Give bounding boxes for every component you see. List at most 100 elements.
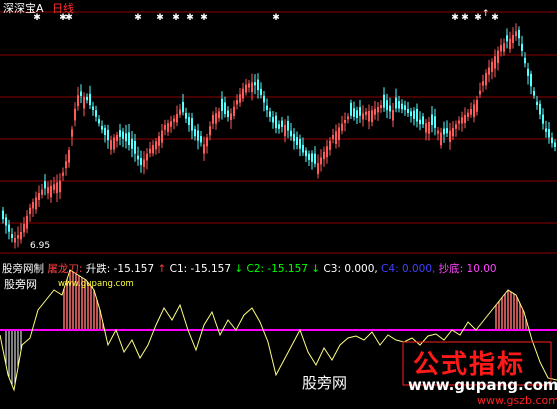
candle-body xyxy=(365,111,367,115)
candle-body xyxy=(332,135,334,139)
candle-body xyxy=(389,105,391,112)
candlestick-series xyxy=(2,23,556,249)
candle-body xyxy=(23,223,25,233)
candle-body xyxy=(233,106,235,116)
candle-body xyxy=(482,81,484,86)
indicator-item-0: 屠龙刀: xyxy=(47,263,83,275)
candle-body xyxy=(230,113,232,121)
candle-body xyxy=(128,132,130,145)
candle-body xyxy=(446,128,448,134)
candle-body xyxy=(152,145,154,154)
indicator-item-9: 抄底: 10.00 xyxy=(435,263,497,275)
candle-body xyxy=(101,125,103,130)
candle-body xyxy=(65,161,67,169)
candle-body xyxy=(104,127,106,135)
candle-body xyxy=(74,108,76,121)
candle-body xyxy=(248,83,250,88)
candle-body xyxy=(134,140,136,154)
candle-body xyxy=(167,123,169,132)
price-gridlines xyxy=(0,11,557,224)
candle-body xyxy=(113,137,115,150)
candle-body xyxy=(86,96,88,101)
candle-body xyxy=(281,120,283,127)
stock-name: 深深宝A xyxy=(3,2,44,15)
candle-body xyxy=(413,110,415,119)
candle-body xyxy=(359,107,361,116)
candle-body xyxy=(8,224,10,232)
candle-body xyxy=(83,96,85,109)
indicator-item-4: ↓ xyxy=(231,263,244,275)
candle-body xyxy=(35,197,37,210)
candle-body xyxy=(542,114,544,124)
candle-body xyxy=(500,45,502,52)
candle-body xyxy=(185,112,187,119)
candle-body xyxy=(62,172,64,176)
candle-body xyxy=(116,135,118,142)
candle-body xyxy=(137,155,139,160)
candle-body xyxy=(188,117,190,125)
candle-body xyxy=(56,182,58,194)
candle-body xyxy=(386,100,388,111)
candle-body xyxy=(344,120,346,124)
candle-body xyxy=(455,124,457,129)
candle-body xyxy=(524,57,526,64)
candle-body xyxy=(164,125,166,130)
candle-body xyxy=(212,115,214,124)
candle-body xyxy=(17,235,19,239)
candle-body xyxy=(257,79,259,91)
indicator-item-6: ↓ xyxy=(307,263,321,275)
candle-body xyxy=(95,110,97,117)
candle-body xyxy=(29,207,31,215)
candle-body xyxy=(266,105,268,110)
candle-body xyxy=(437,130,439,134)
signal-star: ✱ xyxy=(200,13,208,23)
signal-star: ✱ xyxy=(491,13,499,23)
candle-body xyxy=(536,101,538,105)
candle-body xyxy=(221,98,223,111)
indicator-item-3: C1: -15.157 xyxy=(166,263,232,275)
candle-body xyxy=(326,146,328,158)
indicator-item-7: C3: 0.000, xyxy=(320,263,378,275)
candle-body xyxy=(392,110,394,121)
candle-body xyxy=(533,90,535,96)
candle-body xyxy=(251,82,253,93)
signal-star: ✱ xyxy=(172,13,180,23)
candle-body xyxy=(545,128,547,132)
candle-body xyxy=(218,111,220,119)
candle-body xyxy=(26,215,28,229)
signal-star: ✱ xyxy=(272,13,280,23)
candle-body xyxy=(425,123,427,133)
candle-body xyxy=(125,133,127,142)
candle-body xyxy=(401,103,403,110)
candle-body xyxy=(407,108,409,113)
signal-star: ✱ xyxy=(186,13,194,23)
candle-body xyxy=(473,104,475,117)
candle-body xyxy=(350,102,352,116)
signal-star: ✱ xyxy=(134,13,142,23)
candle-body xyxy=(302,144,304,153)
candle-body xyxy=(155,141,157,150)
candle-body xyxy=(314,153,316,164)
candle-body xyxy=(440,132,442,146)
candle-body xyxy=(263,95,265,103)
candle-body xyxy=(98,119,100,124)
indicator-bar: 股旁网制 屠龙刀: 升跌: -15.157 ↑ C1: -15.157 ↓ C2… xyxy=(2,261,497,276)
candle-body xyxy=(131,138,133,149)
candle-body xyxy=(80,91,82,96)
candle-body xyxy=(68,150,70,163)
site-watermark-bottom: 股旁网 xyxy=(302,374,348,392)
candle-body xyxy=(377,106,379,113)
candle-body xyxy=(203,144,205,154)
candle-body xyxy=(293,133,295,142)
indicator-item-8: C4: 0.000, xyxy=(377,263,436,275)
candle-body xyxy=(518,29,520,39)
indicator-name: 股旁网制 xyxy=(2,263,44,275)
candle-body xyxy=(209,126,211,136)
candle-body xyxy=(452,128,454,137)
candle-body xyxy=(458,120,460,124)
candle-body xyxy=(11,234,13,238)
candle-body xyxy=(422,116,424,125)
signal-star: ✱ xyxy=(451,13,459,23)
candle-body xyxy=(149,148,151,154)
candle-body xyxy=(305,150,307,157)
